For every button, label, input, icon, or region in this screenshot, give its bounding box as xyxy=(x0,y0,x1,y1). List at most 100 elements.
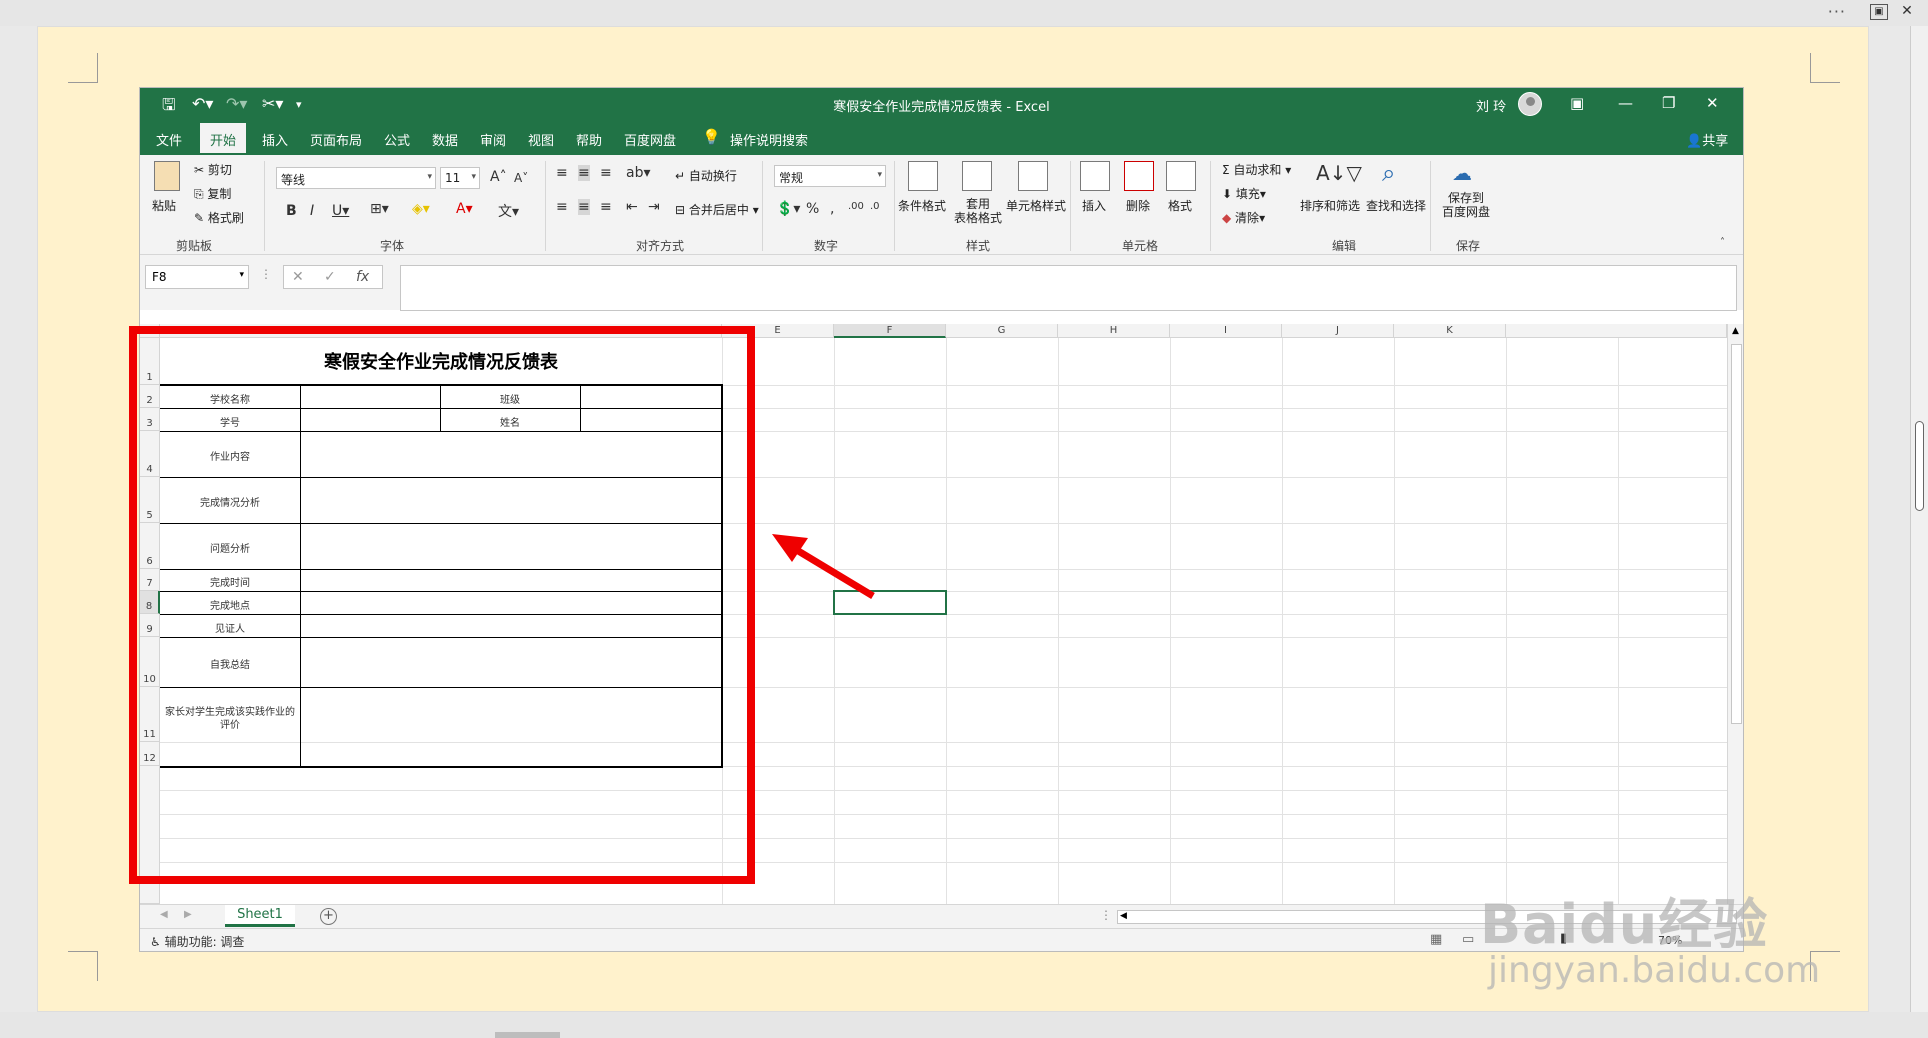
copy-button[interactable]: ⎘ 复制 xyxy=(194,185,231,202)
ribbon-display-icon[interactable]: ▣ xyxy=(1570,94,1584,112)
cut-button[interactable]: ✂ 剪切 xyxy=(194,161,232,178)
baidu-pan-icon[interactable]: ☁ xyxy=(1452,161,1472,185)
more-options-icon[interactable]: ⋮ xyxy=(260,267,272,281)
delete-cells-icon[interactable] xyxy=(1124,161,1154,191)
more-icon[interactable]: ··· xyxy=(1828,2,1846,21)
format-as-table-button[interactable]: 套用 表格格式 xyxy=(954,197,1002,225)
number-format-combo[interactable]: 常规 ▾ xyxy=(774,165,886,187)
align-top-icon[interactable]: ≡ xyxy=(556,165,568,181)
insert-function-icon[interactable]: fx xyxy=(356,269,369,285)
tell-me-search[interactable]: 操作说明搜索 xyxy=(730,130,808,149)
tab-formulas[interactable]: 公式 xyxy=(384,130,410,149)
accessibility-status[interactable]: ♿ 辅助功能: 调查 xyxy=(150,933,244,950)
scroll-left-icon[interactable]: ◀ xyxy=(1120,911,1127,921)
font-color-icon[interactable]: A▾ xyxy=(456,201,473,217)
cell-styles-button[interactable]: 单元格样式 xyxy=(1006,197,1066,214)
align-left-icon[interactable]: ≡ xyxy=(556,199,568,215)
collapse-ribbon-icon[interactable]: ˄ xyxy=(1720,237,1725,248)
cell-styles-icon[interactable] xyxy=(1018,161,1048,191)
tab-view[interactable]: 视图 xyxy=(528,130,554,149)
shrink-font-icon[interactable]: A˅ xyxy=(514,171,528,185)
align-bottom-icon[interactable]: ≡ xyxy=(600,165,612,181)
align-middle-icon[interactable]: ≡ xyxy=(578,165,590,181)
enter-icon[interactable]: ✓ xyxy=(324,269,336,285)
tab-data[interactable]: 数据 xyxy=(432,130,458,149)
currency-icon[interactable]: 💲▾ xyxy=(776,201,800,217)
add-sheet-icon[interactable]: + xyxy=(320,908,337,925)
italic-icon[interactable]: I xyxy=(310,203,314,219)
next-sheet-icon[interactable]: ▶ xyxy=(184,909,192,920)
font-size-combo[interactable]: 11 ▾ xyxy=(440,167,480,189)
wrap-text-button[interactable]: ↵ 自动换行 xyxy=(675,167,737,184)
save-to-baidu-button[interactable]: 保存到 百度网盘 xyxy=(1442,191,1490,219)
scroll-up-icon[interactable]: ▲ xyxy=(1732,326,1739,336)
sheet-tab-sheet1[interactable]: Sheet1 xyxy=(225,905,295,927)
sort-filter-icon[interactable]: A↓▽ xyxy=(1316,161,1362,185)
tab-baidu-pan[interactable]: 百度网盘 xyxy=(624,130,676,149)
tab-file[interactable]: 文件 xyxy=(156,130,182,149)
paste-button[interactable]: 粘贴 xyxy=(152,197,176,214)
conditional-format-button[interactable]: 条件格式 xyxy=(898,197,946,214)
name-box[interactable]: F8 ▾ xyxy=(145,265,249,289)
bold-icon[interactable]: B xyxy=(286,203,297,219)
phonetic-icon[interactable]: 文▾ xyxy=(498,201,519,221)
tab-page-layout[interactable]: 页面布局 xyxy=(310,130,362,149)
scroll-handle[interactable] xyxy=(495,1032,560,1038)
maximize-icon[interactable]: ❐ xyxy=(1662,94,1675,112)
page-scrollbar[interactable] xyxy=(1910,26,1928,1012)
paste-icon[interactable] xyxy=(154,161,180,191)
tab-help[interactable]: 帮助 xyxy=(576,130,602,149)
sort-filter-button[interactable]: 排序和筛选 xyxy=(1300,197,1360,214)
insert-cells-icon[interactable] xyxy=(1080,161,1110,191)
comma-icon[interactable]: , xyxy=(830,201,834,217)
cancel-icon[interactable]: ✕ xyxy=(292,269,304,285)
split-handle-icon[interactable]: ⋮ xyxy=(1100,908,1112,922)
orientation-icon[interactable]: ab▾ xyxy=(626,165,651,181)
merge-center-button[interactable]: ⊟ 合并后居中 ▾ xyxy=(675,201,759,218)
page-layout-view-icon[interactable]: ▭ xyxy=(1462,932,1474,947)
autosum-button[interactable]: Σ 自动求和 ▾ xyxy=(1222,161,1291,178)
vertical-scrollbar[interactable]: ▲ xyxy=(1727,324,1743,904)
align-right-icon[interactable]: ≡ xyxy=(600,199,612,215)
clear-button[interactable]: ◆ 清除▾ xyxy=(1222,209,1265,226)
conditional-format-icon[interactable] xyxy=(908,161,938,191)
fill-color-icon[interactable]: ◈▾ xyxy=(412,201,430,217)
prev-sheet-icon[interactable]: ◀ xyxy=(160,909,168,920)
increase-indent-icon[interactable]: ⇥ xyxy=(648,199,660,215)
tab-home[interactable]: 开始 xyxy=(200,123,247,155)
brush-icon: ✎ xyxy=(194,211,208,225)
delete-cells-button[interactable]: 删除 xyxy=(1126,197,1150,214)
scroll-thumb[interactable] xyxy=(1915,421,1924,511)
tab-insert[interactable]: 插入 xyxy=(262,130,288,149)
border-icon[interactable]: ⊞▾ xyxy=(370,201,389,217)
decrease-decimal-icon[interactable]: .0 xyxy=(870,201,880,212)
share-button[interactable]: 👤共享 xyxy=(1686,130,1728,149)
fill-button[interactable]: ⬇ 填充▾ xyxy=(1222,185,1266,202)
format-cells-button[interactable]: 格式 xyxy=(1168,197,1192,214)
restore-icon[interactable]: ▣ xyxy=(1870,4,1888,20)
close-icon[interactable]: ✕ xyxy=(1706,94,1719,112)
normal-view-icon[interactable]: ▦ xyxy=(1430,932,1442,947)
format-cells-icon[interactable] xyxy=(1166,161,1196,191)
tab-review[interactable]: 审阅 xyxy=(480,130,506,149)
increase-decimal-icon[interactable]: .00 xyxy=(848,201,864,212)
format-painter-button[interactable]: ✎ 格式刷 xyxy=(194,209,244,226)
grow-font-icon[interactable]: A˄ xyxy=(490,169,507,185)
percent-icon[interactable]: % xyxy=(806,201,819,217)
find-select-button[interactable]: 查找和选择 xyxy=(1366,197,1426,214)
minimize-icon[interactable]: — xyxy=(1618,94,1633,112)
align-center-icon[interactable]: ≡ xyxy=(578,199,590,215)
format-as-table-icon[interactable] xyxy=(962,161,992,191)
find-icon[interactable]: ⌕ xyxy=(1382,159,1395,187)
wrap-icon: ↵ xyxy=(675,169,689,183)
formula-input[interactable] xyxy=(400,265,1737,311)
name-box-value: F8 xyxy=(152,270,167,284)
underline-icon[interactable]: U▾ xyxy=(332,203,349,219)
font-name-value: 等线 xyxy=(281,173,306,187)
close-icon[interactable]: ✕ xyxy=(1898,4,1916,20)
scroll-thumb[interactable] xyxy=(1731,344,1742,724)
decrease-indent-icon[interactable]: ⇤ xyxy=(626,199,638,215)
avatar[interactable] xyxy=(1518,92,1542,116)
font-name-combo[interactable]: 等线 ▾ xyxy=(276,167,436,189)
insert-cells-button[interactable]: 插入 xyxy=(1082,197,1106,214)
